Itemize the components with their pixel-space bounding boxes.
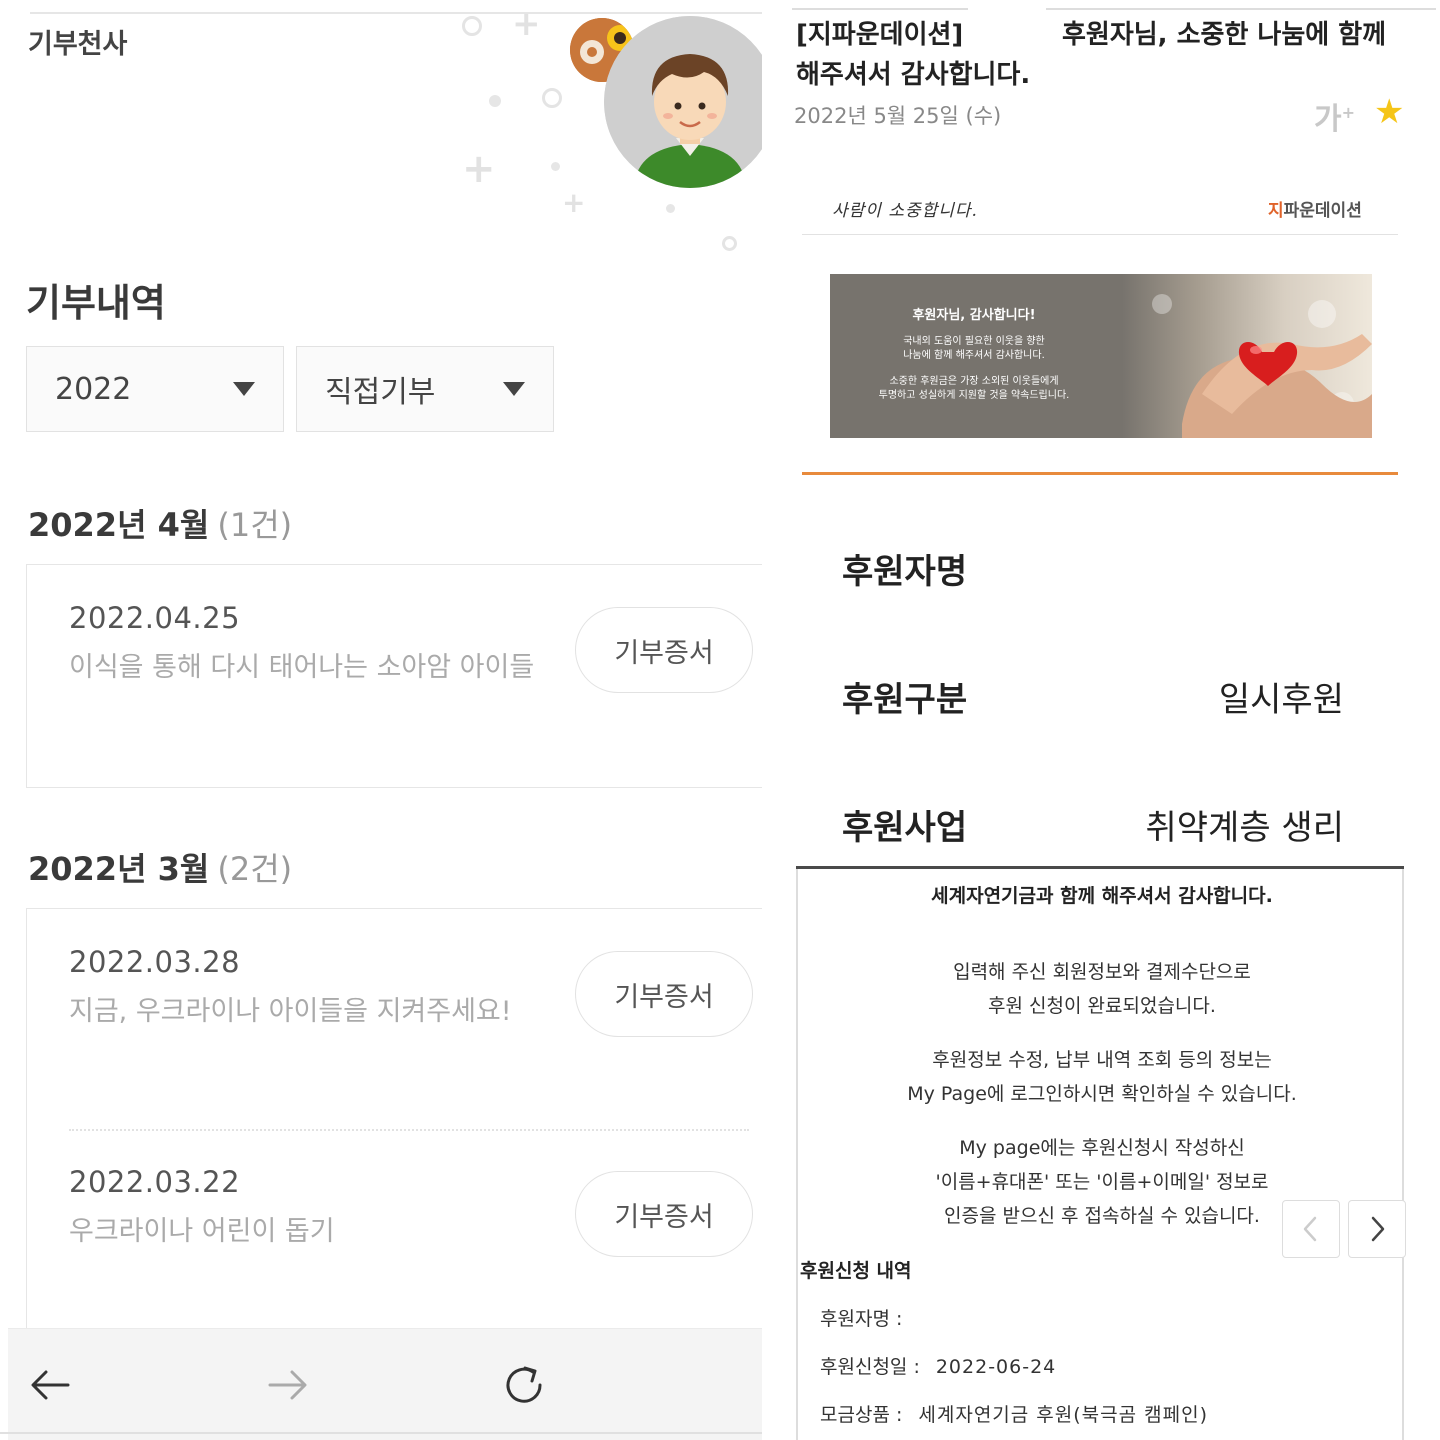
donation-program-label: 후원사업 [842,808,968,848]
organization-logo: 지파운데이션 [1268,196,1362,221]
banner-line: 나눔에 함께 해주셔서 감사합니다. [903,350,1045,361]
donation-entry: 2022.03.22 우크라이나 어린이 돕기 [69,1165,335,1248]
confirmation-text: 후원정보 수정, 납부 내역 조회 등의 정보는 [932,1049,1272,1071]
star-icon[interactable]: ★ [1374,92,1404,132]
caret-down-icon [503,382,525,396]
month-heading: 2022년 3월 (2건) [28,844,292,890]
logo-highlight: 지 [1268,201,1284,221]
year-select-value: 2022 [55,371,132,407]
header-divider [802,234,1398,235]
donation-program-value: 취약계층 생리 [1145,808,1345,848]
application-row-value: 세계자연기금 후원(북극곰 캠페인) [918,1404,1209,1426]
avatar [604,16,762,188]
top-divider [1046,8,1436,10]
confirmation-text: 입력해 주신 회원정보와 결제수단으로 [953,961,1251,983]
donation-date: 2022.04.25 [69,601,241,635]
arrow-left-icon[interactable] [22,1357,78,1413]
month-heading-label: 2022년 4월 [28,506,210,544]
confirmation-text: My page에는 후원신청시 작성하신 [959,1137,1245,1159]
dot-decoration-icon [489,95,501,107]
application-row: 후원자명 : [820,1304,918,1331]
donation-card: 2022.03.28 지금, 우크라이나 아이들을 지켜주세요! 기부증서 20… [26,908,762,1348]
donation-history-panel: 기부천사 + + + 기부내역 2022 직접기부 2022년 4월 (1건) … [0,0,762,1440]
confirmation-text: My Page에 로그인하시면 확인하실 수 있습니다. [907,1083,1297,1105]
application-row: 모금상품 : 세계자연기금 후원(북극곰 캠페인) [820,1400,1208,1427]
application-row-label: 모금상품 : [820,1404,903,1426]
browser-nav-bar [8,1328,762,1440]
month-heading-label: 2022년 3월 [28,850,210,888]
donation-kind-value: 일시후원 [1218,680,1344,720]
type-select-value: 직접기부 [325,375,436,410]
year-select[interactable]: 2022 [26,346,284,432]
banner-line: 투명하고 성실하게 지원할 것을 약속드립니다. [878,390,1070,401]
email-subject-part1: 후원자님, 소중한 나눔에 함께 [1062,20,1387,50]
plus-decoration-icon: + [462,146,496,192]
donation-type-select[interactable]: 직접기부 [296,346,554,432]
email-subject-part2: 해주셔서 감사합니다. [796,60,1031,90]
top-divider [30,12,762,14]
donor-name-label: 후원자명 [842,552,968,592]
ring-decoration-icon [542,88,562,108]
arrow-right-icon[interactable] [260,1357,316,1413]
application-row-value: 2022-06-24 [935,1356,1057,1378]
font-size-button[interactable]: 가+ [1314,94,1355,138]
donation-title: 이식을 통해 다시 태어나는 소아암 아이들 [69,652,535,683]
month-heading: 2022년 4월 (1건) [28,500,292,546]
email-date: 2022년 5월 25일 (수) [794,104,1002,128]
certificate-button[interactable]: 기부증서 [575,951,753,1037]
donation-title: 우크라이나 어린이 돕기 [69,1216,335,1247]
donation-entry: 2022.03.28 지금, 우크라이나 아이들을 지켜주세요! [69,945,512,1028]
hands-heart-photo [1122,274,1372,438]
email-sender-tag: [지파운데이션] [796,20,964,50]
banner-title: 후원자님, 감사합니다! [912,308,1036,323]
month-count: (2건) [217,850,293,888]
donation-entry: 2022.04.25 이식을 통해 다시 태어나는 소아암 아이들 [69,601,534,684]
application-row-label: 후원자명 : [820,1308,903,1330]
certificate-button[interactable]: 기부증서 [575,1171,753,1257]
dot-decoration-icon [666,204,675,213]
chevron-right-icon[interactable] [1348,1200,1406,1258]
thank-you-banner: 후원자님, 감사합니다! 국내외 도움이 필요한 이웃을 향한 나눔에 함께 해… [830,274,1372,438]
confirmation-title: 세계자연기금과 함께 해주셔서 감사합니다. [931,885,1273,907]
chevron-left-icon[interactable] [1282,1200,1340,1258]
donation-kind-label: 후원구분 [842,680,968,720]
application-row-label: 후원신청일 : [820,1356,920,1378]
section-title: 기부내역 [26,281,166,325]
logo-rest: 파운데이션 [1283,201,1362,221]
confirmation-text: 후원 신청이 완료되었습니다. [988,995,1216,1017]
application-row: 후원신청일 : 2022-06-24 [820,1352,1056,1379]
donation-card: 2022.04.25 이식을 통해 다시 태어나는 소아암 아이들 기부증서 [26,564,762,788]
dot-decoration-icon [551,162,560,171]
ring-decoration-icon [462,16,482,36]
brand-title: 기부천사 [28,29,128,60]
reload-icon[interactable] [496,1357,552,1413]
email-panel: [지파운데이션] 후원자님, 소중한 나눔에 함께 해주셔서 감사합니다. 20… [768,0,1440,1440]
donation-date: 2022.03.28 [69,945,241,979]
bottom-divider [0,1432,762,1434]
ring-decoration-icon [722,236,737,251]
month-count: (1건) [217,506,293,544]
banner-line: 국내외 도움이 필요한 이웃을 향한 [903,336,1045,347]
entry-divider [69,1129,749,1131]
plus-decoration-icon: + [562,186,586,219]
donation-title: 지금, 우크라이나 아이들을 지켜주세요! [69,996,512,1027]
confirmation-text: '이름+휴대폰' 또는 '이름+이메일' 정보로 [935,1171,1269,1193]
certificate-button[interactable]: 기부증서 [575,607,753,693]
banner-line: 소중한 후원금은 가장 소외된 이웃들에게 [889,376,1059,387]
banner-text: 후원자님, 감사합니다! 국내외 도움이 필요한 이웃을 향한 나눔에 함께 해… [844,304,1104,403]
top-divider [792,8,968,10]
accent-divider [802,472,1398,475]
font-size-label: 가 [1314,102,1342,137]
plus-decoration-icon: + [512,4,541,44]
caret-down-icon [233,382,255,396]
donation-date: 2022.03.22 [69,1165,241,1199]
handwriting-slogan: 사람이 소중합니다. [832,201,978,221]
application-details-heading: 후원신청 내역 [800,1260,912,1282]
